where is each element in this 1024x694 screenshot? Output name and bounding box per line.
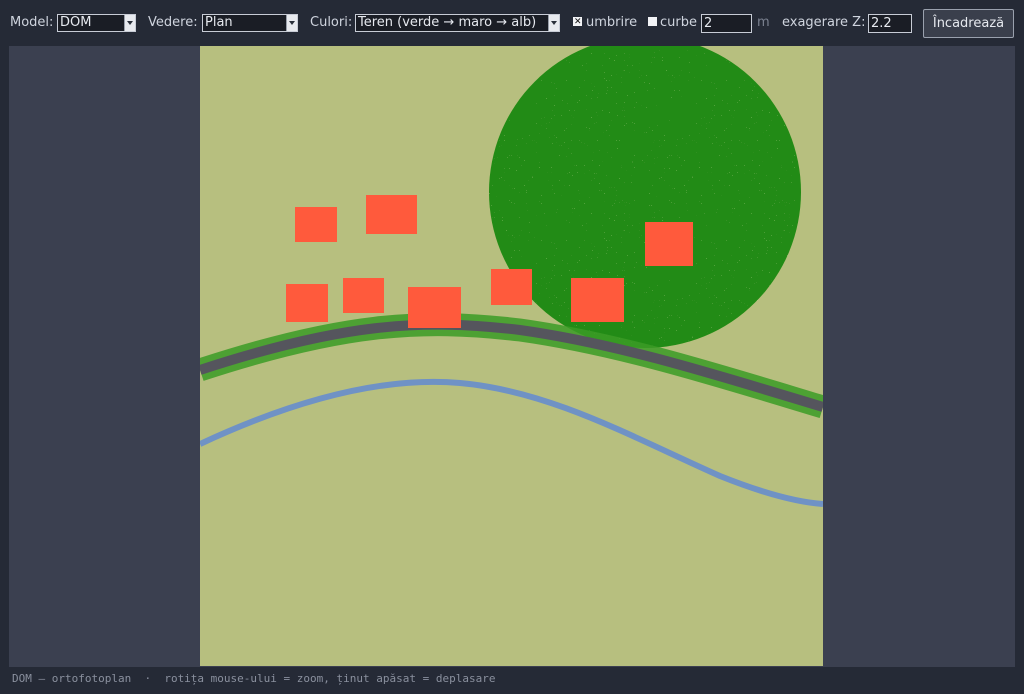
contour-interval-input[interactable]: 2 — [701, 14, 752, 33]
building — [366, 195, 417, 234]
building — [286, 284, 328, 322]
forest-area — [489, 46, 801, 348]
building — [571, 278, 624, 322]
view-select-value: Plan — [205, 15, 233, 30]
colors-select[interactable]: Teren (verde → maro → alb) — [355, 14, 560, 32]
contour-unit-label: m — [757, 15, 770, 30]
fit-view-button[interactable]: Încadrează — [923, 9, 1014, 38]
building — [408, 287, 461, 328]
colors-label: Culori: — [310, 15, 353, 30]
building — [343, 278, 384, 313]
chevron-down-icon — [124, 15, 135, 31]
view-label: Vedere: — [148, 15, 198, 30]
model-label: Model: — [10, 15, 54, 30]
model-select[interactable]: DOM — [57, 14, 136, 32]
z-exaggeration-input[interactable]: 2.2 — [868, 14, 912, 33]
contours-label: curbe — [660, 15, 697, 30]
orthophoto-map[interactable] — [200, 46, 823, 666]
chevron-down-icon — [286, 15, 297, 31]
contours-checkbox[interactable] — [648, 17, 657, 26]
chevron-down-icon — [548, 15, 559, 31]
view-select[interactable]: Plan — [202, 14, 298, 32]
shading-label: umbrire — [586, 15, 638, 30]
building — [491, 269, 532, 305]
status-text: DOM — ortofotoplan · rotița mouse-ului =… — [12, 672, 496, 685]
building — [295, 207, 337, 242]
z-exaggeration-label: exagerare Z: — [782, 15, 866, 30]
model-select-value: DOM — [60, 15, 92, 30]
building — [645, 222, 693, 266]
shading-checkbox[interactable]: ✕ — [573, 17, 582, 27]
toolbar: Model: DOM Vedere: Plan Culori: Teren (v… — [0, 0, 1024, 46]
colors-select-value: Teren (verde → maro → alb) — [358, 15, 537, 30]
